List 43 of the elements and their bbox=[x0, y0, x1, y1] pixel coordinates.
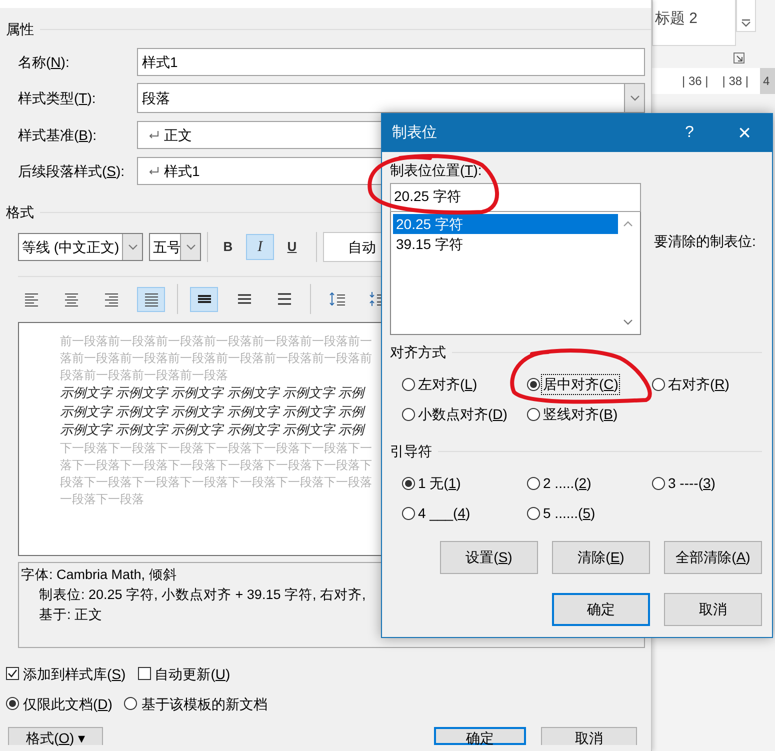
field-label: 名称(N): bbox=[18, 54, 70, 70]
sample-text: 示例文字 示例文字 示例文字 示例文字 示例文字 示例 bbox=[60, 384, 364, 402]
description-text: 基于: 正文 bbox=[38, 607, 103, 624]
ruler-number: | 38 | bbox=[722, 74, 748, 88]
description-text: 制表位: 20.25 字符, 小数点对齐 + 39.15 字符, 右对齐, bbox=[38, 587, 366, 604]
sample-text: 示例文字 示例文字 示例文字 示例文字 示例文字 示例 bbox=[60, 421, 364, 439]
checkbox-label: 添加到样式库(S) bbox=[23, 666, 126, 682]
radio-label: 居中对齐(C) bbox=[543, 376, 618, 394]
field-label: 样式基准(B): bbox=[18, 126, 98, 144]
field-label: 样式类型(T): bbox=[18, 90, 97, 106]
radio-label: 左对齐(L) bbox=[418, 376, 478, 394]
description-text: 字体: Cambria Math, 倾斜 bbox=[21, 567, 177, 584]
sample-text: 示例文字 示例文字 示例文字 示例文字 示例文字 示例 bbox=[60, 402, 364, 420]
preview-text: 落前一段落前一段落前一段落前一段落前一段落前一段落前 bbox=[60, 350, 372, 367]
preview-text: 下一段落下一段落下一段落下一段落下一段落下一段落下一 bbox=[60, 440, 372, 456]
section-title: 对齐方式 bbox=[390, 344, 446, 362]
radio-label: 1 无(1) bbox=[418, 475, 461, 492]
radio-label: 5 ......(5) bbox=[543, 505, 596, 522]
radio-label: 竖线对齐(B) bbox=[543, 406, 618, 424]
radio-label: 右对齐(R) bbox=[668, 376, 730, 394]
preview-text: 前一段落前一段落前一段落前一段落前一段落前一段落前一 bbox=[60, 333, 372, 350]
radio-label: 3 ----(3) bbox=[668, 475, 716, 492]
preview-text: 一段落下一段落 bbox=[60, 490, 144, 508]
section-title: 格式 bbox=[6, 204, 34, 220]
preview-text: 落下一段落下一段落下一段落下一段落下一段落下一段落下 bbox=[60, 456, 372, 474]
radio-label: 2 .....(2) bbox=[543, 475, 592, 492]
radio-label: 基于该模板的新文档 bbox=[141, 696, 268, 712]
dropdown-value: 样式1 bbox=[164, 162, 200, 180]
field-label: 制表位位置(T): bbox=[390, 162, 482, 179]
clear-label: 要清除的制表位: bbox=[654, 232, 756, 250]
section-title: 引导符 bbox=[390, 443, 432, 460]
ruler-number: 4 bbox=[760, 68, 775, 94]
dialog-title: 制表位 bbox=[392, 124, 438, 142]
section-title: 属性 bbox=[6, 20, 34, 38]
preview-text: 段落前一段落前一段落前一段落 bbox=[60, 367, 228, 384]
radio-label: 4 ___(4) bbox=[418, 505, 470, 522]
preview-text: 段落下一段落下一段落下一段落下一段落下一段落下一段落 bbox=[60, 474, 372, 490]
ruler-number: | 36 | bbox=[682, 74, 708, 88]
radio-label: 仅限此文档(D) bbox=[23, 696, 112, 712]
checkbox-label: 自动更新(U) bbox=[154, 666, 230, 682]
radio-label: 小数点对齐(D) bbox=[418, 406, 508, 424]
dropdown-value: 正文 bbox=[164, 126, 192, 144]
field-label: 后续段落样式(S): bbox=[18, 162, 126, 180]
